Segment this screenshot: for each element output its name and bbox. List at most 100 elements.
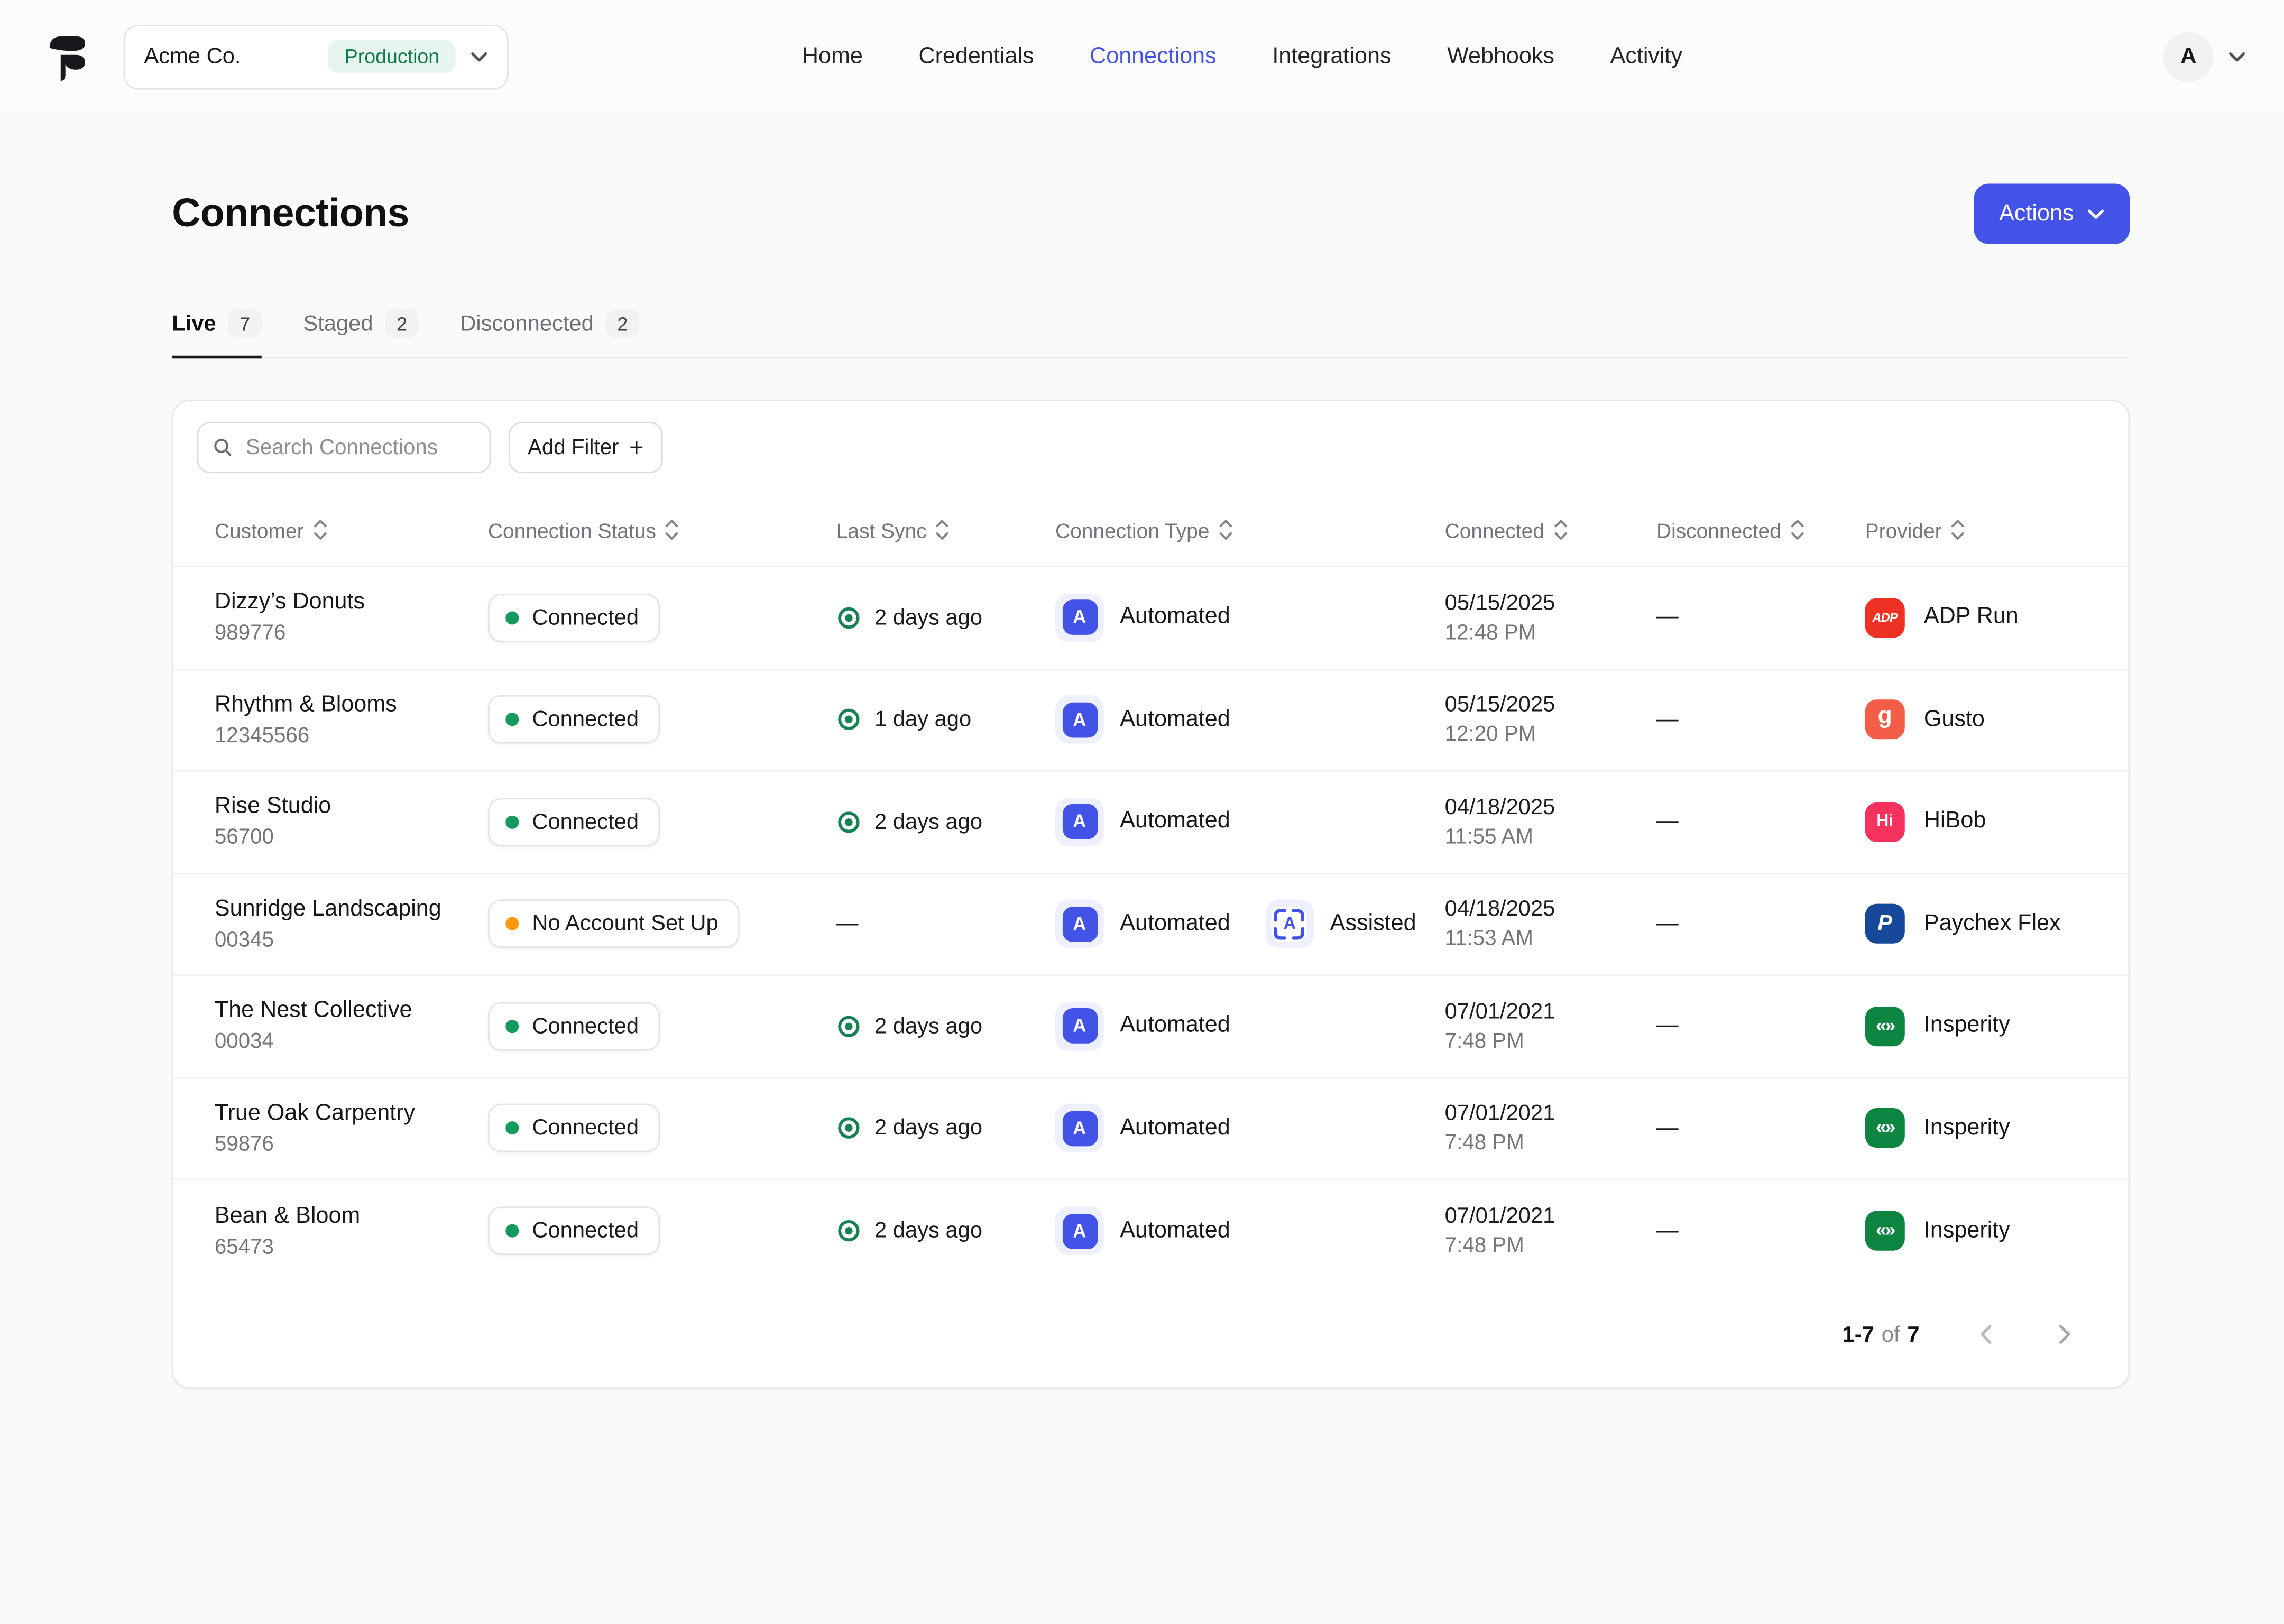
column-header-last-sync[interactable]: Last Sync	[836, 518, 1055, 541]
chevron-left-icon	[1975, 1323, 1998, 1346]
nav-item-connections[interactable]: Connections	[1090, 43, 1217, 70]
customer-cell: Dizzy’s Donuts 989776	[215, 590, 488, 646]
add-filter-button[interactable]: Add Filter +	[509, 422, 663, 473]
connected-time: 11:55 AM	[1445, 826, 1656, 849]
page-title: Connections	[172, 191, 409, 237]
status-badge: No Account Set Up	[488, 900, 739, 948]
provider-glyph: «»	[1876, 1116, 1894, 1138]
connected-time: 12:48 PM	[1445, 622, 1656, 645]
table-row[interactable]: Sunridge Landscaping 00345 No Account Se…	[173, 874, 2128, 976]
column-header-provider[interactable]: Provider	[1865, 518, 2087, 541]
search-input[interactable]	[243, 435, 475, 461]
tab-live-count: 7	[228, 309, 262, 338]
connected-cell: 05/15/2025 12:48 PM	[1445, 590, 1656, 645]
connected-date: 07/01/2021	[1445, 1101, 1656, 1126]
nav-item-credentials[interactable]: Credentials	[919, 43, 1034, 70]
provider-cell: g Gusto	[1865, 700, 2087, 740]
automated-badge: A Automated	[1055, 594, 1230, 642]
status-badge: Connected	[488, 594, 659, 642]
last-sync-cell: —	[836, 912, 1055, 937]
disconnected-value: —	[1656, 1013, 1679, 1038]
connected-date: 05/15/2025	[1445, 693, 1656, 717]
connected-cell: 05/15/2025 12:20 PM	[1445, 693, 1656, 747]
sort-icon	[935, 519, 950, 541]
next-page-button[interactable]	[2052, 1323, 2075, 1346]
disconnected-value: —	[1656, 707, 1679, 732]
finch-logo-icon	[44, 32, 91, 82]
table-body: Dizzy’s Donuts 989776 Connected 2 days a…	[173, 567, 2128, 1282]
tab-live[interactable]: Live 7	[172, 309, 262, 357]
automated-icon: A	[1062, 1009, 1097, 1044]
table-row[interactable]: Dizzy’s Donuts 989776 Connected 2 days a…	[173, 567, 2128, 669]
previous-page-button[interactable]	[1975, 1323, 1998, 1346]
nav-item-activity[interactable]: Activity	[1610, 43, 1682, 70]
provider-name: HiBob	[1924, 809, 1986, 835]
provider-glyph: g	[1878, 705, 1892, 731]
tab-disconnected[interactable]: Disconnected 2	[460, 309, 639, 357]
connection-status-cell: Connected	[488, 1104, 836, 1153]
nav-item-integrations[interactable]: Integrations	[1272, 43, 1391, 70]
customer-id: 00345	[215, 929, 488, 952]
connected-time: 7:48 PM	[1445, 1235, 1656, 1258]
table-row[interactable]: Rise Studio 56700 Connected 2 days ago A…	[173, 772, 2128, 874]
column-header-customer[interactable]: Customer	[215, 518, 488, 541]
status-label: No Account Set Up	[532, 912, 718, 937]
automated-icon: A	[1062, 1214, 1097, 1249]
plus-icon: +	[629, 435, 644, 459]
column-header-connection-type[interactable]: Connection Type	[1055, 518, 1445, 541]
last-sync-cell: 2 days ago	[836, 809, 1055, 834]
type-label: Automated	[1120, 605, 1230, 631]
provider-glyph: «»	[1876, 1014, 1894, 1036]
connected-cell: 04/18/2025 11:55 AM	[1445, 795, 1656, 850]
last-sync-text: 2 days ago	[874, 809, 982, 834]
provider-logo-icon: «»	[1865, 1109, 1905, 1148]
connected-date: 04/18/2025	[1445, 897, 1656, 922]
last-sync-text: 2 days ago	[874, 605, 982, 630]
provider-cell: ADP ADP Run	[1865, 598, 2087, 638]
status-badge: Connected	[488, 1207, 659, 1256]
column-header-connected[interactable]: Connected	[1445, 518, 1656, 541]
provider-glyph: P	[1877, 912, 1892, 937]
avatar: A	[2163, 32, 2214, 82]
disconnected-value: —	[1656, 809, 1679, 834]
automated-badge: A Automated	[1055, 696, 1230, 744]
disconnected-value: —	[1656, 1218, 1679, 1243]
user-menu[interactable]: A	[2163, 32, 2246, 82]
tab-staged[interactable]: Staged 2	[303, 309, 419, 357]
actions-button[interactable]: Actions	[1974, 184, 2130, 244]
disconnected-value: —	[1656, 1115, 1679, 1140]
type-label: Automated	[1120, 1013, 1230, 1039]
type-label: Assisted	[1330, 911, 1416, 937]
connection-type-cell: A Automated A Assisted	[1055, 900, 1445, 948]
table-row[interactable]: True Oak Carpentry 59876 Connected 2 day…	[173, 1078, 2128, 1180]
status-label: Connected	[532, 1014, 639, 1039]
sync-target-icon	[836, 605, 861, 630]
type-label: Automated	[1120, 1115, 1230, 1142]
connection-status-cell: Connected	[488, 798, 836, 846]
disconnected-cell: —	[1656, 605, 1865, 631]
environment-badge: Production	[328, 40, 456, 73]
status-label: Connected	[532, 605, 639, 630]
company-environment-selector[interactable]: Acme Co. Production	[124, 24, 509, 89]
table-row[interactable]: Rhythm & Blooms 12345566 Connected 1 day…	[173, 670, 2128, 772]
table-row[interactable]: Bean & Bloom 65473 Connected 2 days ago …	[173, 1180, 2128, 1282]
column-header-disconnected[interactable]: Disconnected	[1656, 518, 1865, 541]
connected-time: 7:48 PM	[1445, 1132, 1656, 1156]
connected-cell: 07/01/2021 7:48 PM	[1445, 1101, 1656, 1156]
status-label: Connected	[532, 1219, 639, 1244]
pagination-range: 1-7of7	[1842, 1322, 1919, 1347]
nav-item-home[interactable]: Home	[802, 43, 863, 70]
tab-disconnected-count: 2	[605, 309, 640, 338]
customer-id: 989776	[215, 622, 488, 645]
last-sync-cell: 2 days ago	[836, 605, 1055, 630]
column-header-connection-status[interactable]: Connection Status	[488, 518, 836, 541]
table-row[interactable]: The Nest Collective 00034 Connected 2 da…	[173, 976, 2128, 1078]
disconnected-cell: —	[1656, 1013, 1865, 1039]
provider-logo-icon: «»	[1865, 1212, 1905, 1251]
nav-item-webhooks[interactable]: Webhooks	[1447, 43, 1554, 70]
connection-status-cell: No Account Set Up	[488, 900, 836, 948]
provider-name: Paychex Flex	[1924, 911, 2061, 937]
connection-type-cell: A Automated	[1055, 1207, 1445, 1256]
status-badge: Connected	[488, 798, 659, 846]
customer-id: 00034	[215, 1031, 488, 1054]
